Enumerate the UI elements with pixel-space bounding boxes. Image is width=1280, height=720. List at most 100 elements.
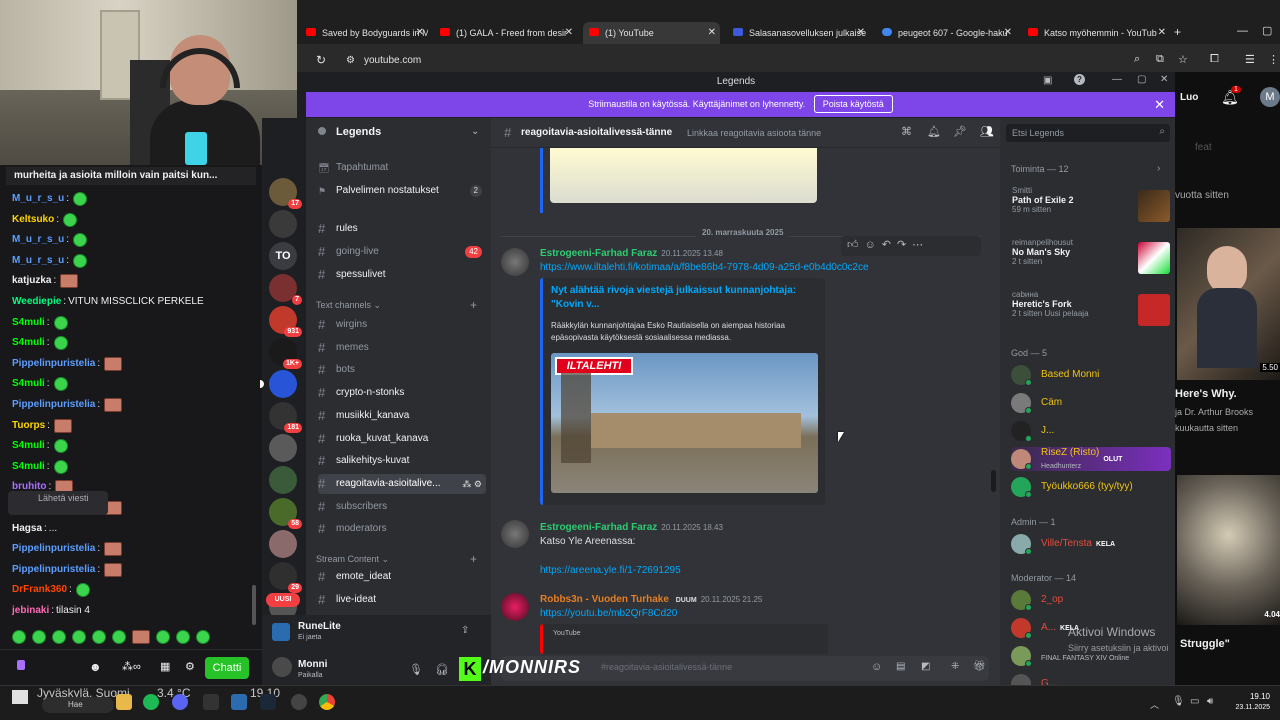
threads-icon[interactable]: ⌘ bbox=[901, 125, 912, 138]
message-hover-toolbar[interactable]: 👍︎☺↶↷⋯ bbox=[841, 236, 981, 256]
chrome-icon[interactable] bbox=[319, 694, 335, 710]
server-icon[interactable] bbox=[269, 466, 297, 494]
new-messages-pill[interactable]: UUSI bbox=[266, 593, 300, 607]
activity-card[interactable]: Smitti Path of Exile 2 59 m sitten bbox=[1006, 186, 1170, 228]
youtube-video-title-1[interactable]: Here's Why. bbox=[1175, 388, 1237, 400]
gift-icon[interactable]: 🎁︎ bbox=[973, 661, 986, 672]
community-icon[interactable]: ⁂∞ bbox=[122, 660, 141, 673]
chat-username[interactable]: S4muli bbox=[12, 316, 45, 330]
browser-tab[interactable]: Salasanasovelluksen julkaise ✕ bbox=[727, 22, 869, 44]
emoji-icon[interactable]: ☺ bbox=[871, 661, 882, 673]
chat-username[interactable]: Pippelinpuristelia bbox=[12, 542, 95, 556]
bookmark-star-icon[interactable]: ☆ bbox=[1178, 53, 1188, 66]
member-list-icon[interactable]: 👥︎ bbox=[980, 125, 994, 138]
previous-embed-image[interactable] bbox=[550, 148, 817, 203]
channel-topic[interactable]: Linkkaa reagoitavia asioota tänne bbox=[687, 128, 821, 138]
app-taskbar-icon[interactable] bbox=[203, 694, 219, 710]
channel-crypto-n-stonks[interactable]: # crypto-n-stonks bbox=[318, 383, 486, 403]
chat-username[interactable]: Pippelinpuristelia bbox=[12, 398, 95, 412]
tab-close-icon[interactable]: ✕ bbox=[416, 27, 424, 38]
tab-close-icon[interactable]: ✕ bbox=[1004, 27, 1012, 38]
chat-username[interactable]: Pippelinpuristelia bbox=[12, 563, 95, 577]
my-avatar[interactable] bbox=[272, 657, 292, 677]
server-icon[interactable]: 17 bbox=[269, 178, 302, 209]
apps-icon[interactable]: ⁜ bbox=[951, 661, 959, 672]
channel-subscribers[interactable]: # subscribers bbox=[318, 497, 486, 517]
message-link[interactable]: https://youtu.be/mb2QrF8Cd20 bbox=[540, 608, 677, 619]
browser-tab[interactable]: Katso myöhemmin - YouTub ✕ bbox=[1022, 22, 1170, 44]
channel-rules[interactable]: # rules bbox=[318, 219, 486, 239]
activity-card[interactable]: саbина Heretic's Fork 2 t sitten Uusi pela… bbox=[1006, 290, 1170, 332]
browser-tab[interactable]: Saved by Bodyguards in Ma ✕ bbox=[300, 22, 428, 44]
chat-username[interactable]: M_u_r_s_u bbox=[12, 254, 64, 268]
author-avatar[interactable] bbox=[501, 593, 529, 621]
channel-musiikki-kanava[interactable]: # musiikki_kanava bbox=[318, 406, 486, 426]
server-name[interactable]: Legends bbox=[336, 126, 381, 138]
chat-scrollbar[interactable] bbox=[252, 585, 256, 625]
member-item[interactable]: RiseZ (Risto)OLUT Headhunterz bbox=[1011, 447, 1171, 471]
side-panel-icon[interactable]: ☰ bbox=[1245, 53, 1255, 66]
system-clock[interactable]: 19.10 bbox=[1228, 692, 1270, 701]
sidebar-item-boosts[interactable]: ⚑ Palvelimen nostatukset 2 bbox=[318, 181, 486, 201]
activity-chevron-icon[interactable]: › bbox=[1157, 163, 1160, 174]
file-explorer-icon[interactable] bbox=[116, 694, 132, 710]
youtube-create-button[interactable]: Luo bbox=[1180, 92, 1198, 103]
pin-icon[interactable]: 📌︎ bbox=[953, 125, 967, 138]
discord-maximize-icon[interactable]: ▢ bbox=[1137, 74, 1146, 85]
channel-bots[interactable]: # bots bbox=[318, 360, 486, 380]
server-icon[interactable]: 58 bbox=[269, 498, 302, 529]
browser-tab[interactable]: (1) GALA - Freed from desir ✕ bbox=[434, 22, 577, 44]
chat-username[interactable]: M_u_r_s_u bbox=[12, 233, 64, 247]
emote-picker-icon[interactable]: ☻ bbox=[89, 660, 102, 674]
tray-volume-icon[interactable]: 🔊︎ bbox=[1207, 696, 1213, 707]
youtube-thumbnail-1[interactable]: 5.50 bbox=[1177, 228, 1280, 380]
message-author[interactable]: Robbs3n - Vuoden Turhake bbox=[540, 594, 669, 605]
share-screen-icon[interactable]: ⇪ bbox=[461, 625, 469, 636]
help-icon[interactable]: ? bbox=[1074, 74, 1085, 85]
extensions-icon[interactable]: ⧠ bbox=[1210, 53, 1219, 66]
runelite-taskbar-icon[interactable] bbox=[231, 694, 247, 710]
server-icon[interactable] bbox=[269, 210, 297, 238]
message-scrollbar[interactable] bbox=[991, 470, 996, 492]
calendar-icon[interactable]: ▦ bbox=[160, 660, 170, 673]
disable-streamer-mode-button[interactable]: Poista käytöstä bbox=[813, 95, 893, 113]
message-author[interactable]: Estrogeeni-Farhad Faraz bbox=[540, 248, 657, 259]
category-stream-content[interactable]: Stream Content ⌄ bbox=[316, 554, 389, 565]
microphone-icon[interactable]: 🎙︎ bbox=[409, 663, 423, 676]
channel-going-live[interactable]: # going-live 42 bbox=[318, 242, 486, 262]
steam-icon[interactable] bbox=[260, 694, 276, 710]
member-item[interactable]: J... bbox=[1011, 419, 1171, 443]
server-icon[interactable]: 181 bbox=[269, 402, 302, 433]
server-icon[interactable]: 7 bbox=[269, 274, 302, 305]
activity-card[interactable]: reimanpelihousut No Man's Sky 2 t sitten bbox=[1006, 238, 1170, 280]
sidebar-item-events[interactable]: 📅︎ Tapahtumat bbox=[318, 158, 486, 178]
message-link[interactable]: https://www.iltalehti.fi/kotimaa/a/f8be8… bbox=[540, 262, 869, 273]
browser-menu-icon[interactable]: ⋮ bbox=[1268, 53, 1279, 66]
channel-moderators[interactable]: # moderators bbox=[318, 519, 486, 539]
windows-start-icon[interactable] bbox=[12, 690, 28, 704]
server-icon[interactable]: 29 bbox=[269, 562, 302, 593]
chat-username[interactable]: S4muli bbox=[12, 377, 45, 391]
tray-network-icon[interactable]: ▭ bbox=[1190, 696, 1199, 707]
window-minimize-icon[interactable]: — bbox=[1237, 25, 1248, 37]
new-tab-button[interactable]: + bbox=[1174, 25, 1181, 39]
browser-tab[interactable]: (1) YouTube ✕ bbox=[583, 22, 720, 44]
chat-username[interactable]: S4muli bbox=[12, 460, 45, 474]
server-icon[interactable] bbox=[269, 370, 297, 398]
tray-chevron-icon[interactable]: ︿ bbox=[1150, 698, 1159, 711]
window-maximize-icon[interactable]: ▢ bbox=[1262, 24, 1272, 37]
tray-mic-icon[interactable]: 🎙︎ bbox=[1172, 696, 1185, 707]
member-item[interactable]: 2_op bbox=[1011, 588, 1171, 612]
chat-username[interactable]: DrFrank360 bbox=[12, 583, 67, 597]
add-channel-icon[interactable]: + bbox=[470, 552, 477, 566]
site-info-icon[interactable]: ⚙ bbox=[346, 55, 355, 66]
spotify-icon[interactable] bbox=[143, 694, 159, 710]
system-date[interactable]: 23.11.2025 bbox=[1222, 704, 1270, 711]
chat-username[interactable]: M_u_r_s_u bbox=[12, 192, 64, 206]
server-icon[interactable]: TO bbox=[269, 242, 297, 270]
gif-icon[interactable]: ▤ bbox=[896, 661, 905, 672]
member-item[interactable]: Based Monni bbox=[1011, 363, 1171, 387]
chat-username[interactable]: Pippelinpuristelia bbox=[12, 357, 95, 371]
install-app-icon[interactable]: ⧉ bbox=[1156, 53, 1164, 66]
embed-image[interactable]: ILTALEHTI bbox=[551, 353, 818, 493]
